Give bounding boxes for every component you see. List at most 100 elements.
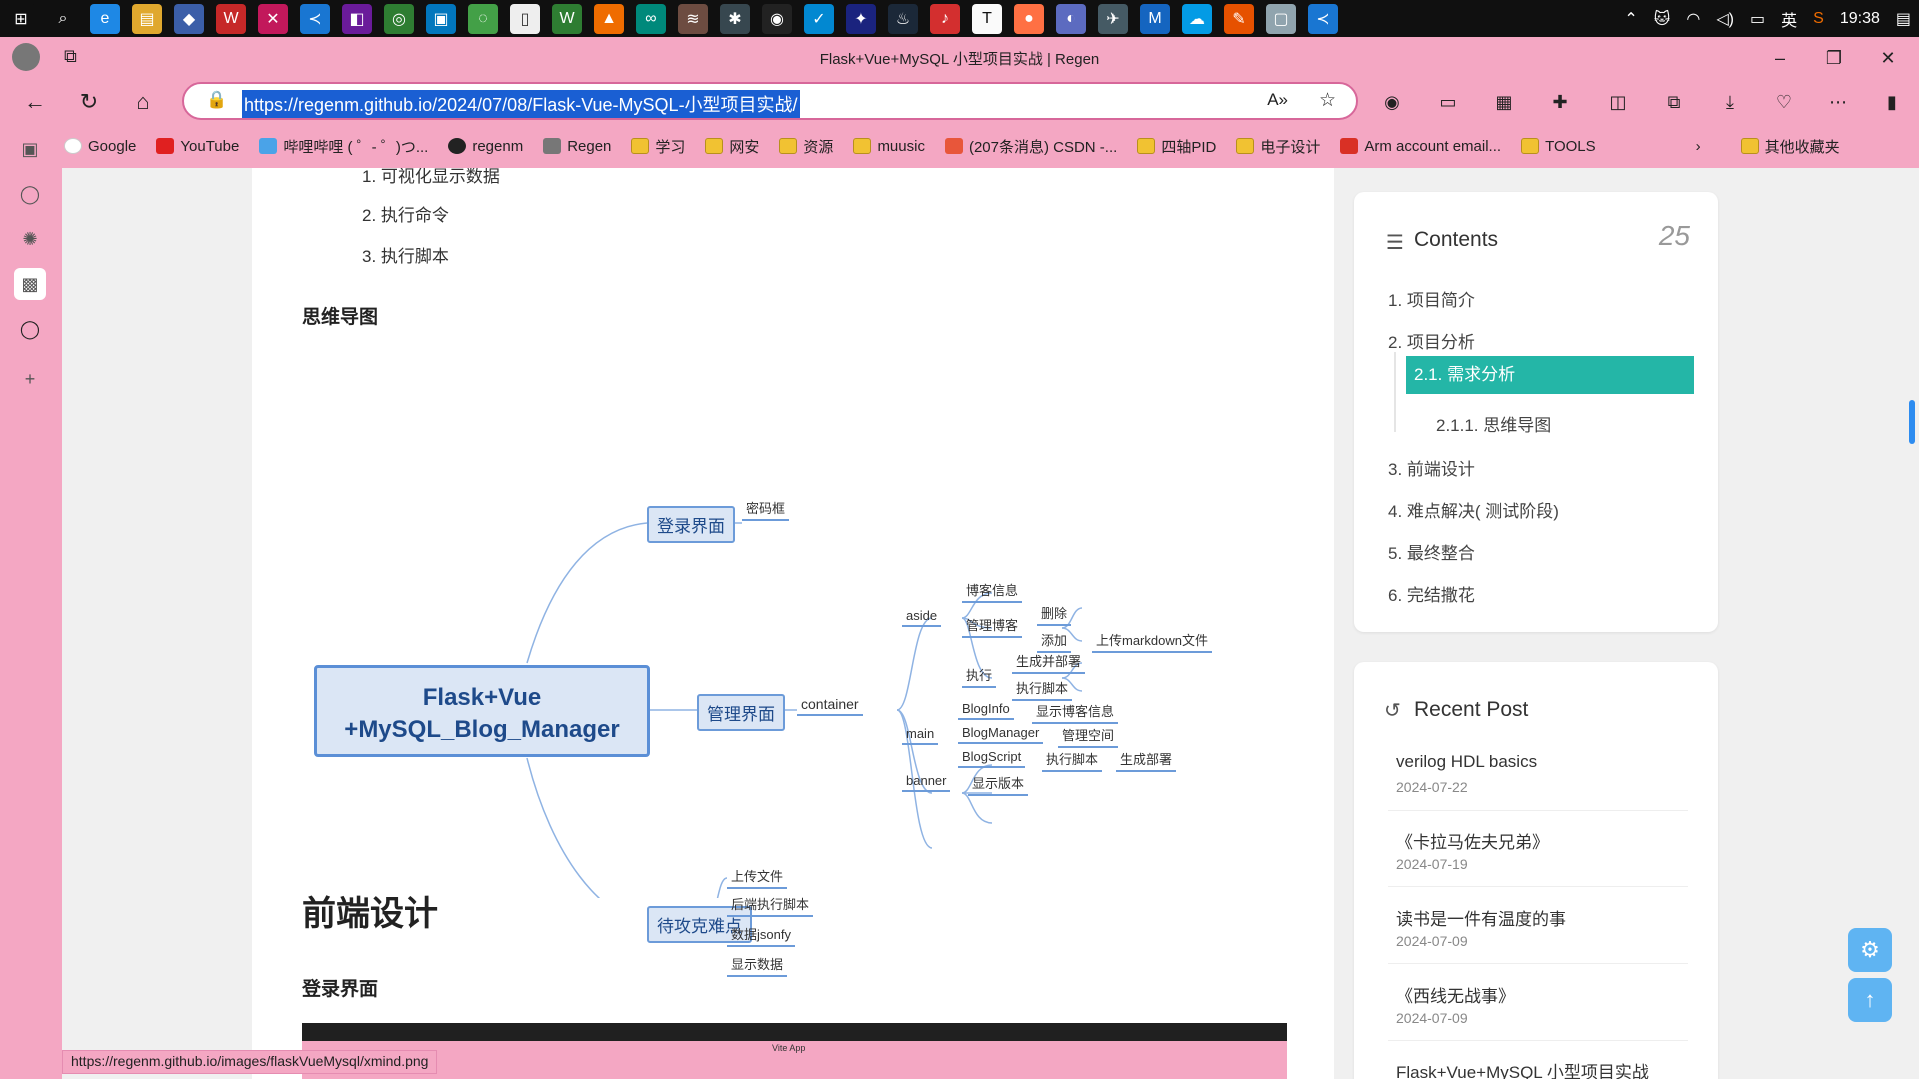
toc-item[interactable]: 3. 前端设计 <box>1388 455 1475 480</box>
address-bar[interactable]: 🔒 https://regenm.github.io/2024/07/08/Fl… <box>182 82 1358 120</box>
tab-actions-icon[interactable]: ▣ <box>14 133 46 165</box>
toc-item[interactable]: 6. 完结撒花 <box>1388 581 1475 606</box>
sidebar-toggle-icon[interactable]: ▮ <box>1876 86 1908 118</box>
bookmark-folder-security[interactable]: 网安 <box>705 136 759 157</box>
volume-icon[interactable]: ◁) <box>1716 9 1734 29</box>
app-icon[interactable]: ✈ <box>1098 3 1128 34</box>
post-link[interactable]: 《西线无战事》 <box>1396 982 1515 1007</box>
app-icon[interactable]: W <box>552 3 582 34</box>
bookmarks-overflow-chevron-icon[interactable]: › <box>1696 138 1701 155</box>
bookmark-folder-music[interactable]: muusic <box>853 138 925 155</box>
favorite-star-icon[interactable]: ☆ <box>1319 89 1336 112</box>
search-icon[interactable]: ⌕ <box>48 4 78 34</box>
toc-item[interactable]: 2.1.1. 思维导图 <box>1436 411 1551 436</box>
split-screen-icon[interactable]: ◫ <box>1602 86 1634 118</box>
download-icon[interactable]: ⤓ <box>1714 86 1746 118</box>
add-icon[interactable]: + <box>14 363 46 395</box>
back-icon[interactable]: ← <box>18 85 52 119</box>
file-explorer-icon[interactable]: ▤ <box>132 3 162 34</box>
chatgpt-icon[interactable]: ✺ <box>14 223 46 255</box>
app-icon[interactable]: ≋ <box>678 3 708 34</box>
post-link[interactable]: Flask+Vue+MySQL 小型项目实战 <box>1396 1058 1649 1079</box>
bookmark-folder-electronics[interactable]: 电子设计 <box>1236 136 1320 157</box>
cat-icon[interactable]: 🐱 <box>1654 9 1671 29</box>
app-icon[interactable]: ✱ <box>720 3 750 34</box>
bookmark-csdn[interactable]: (207条消息) CSDN -... <box>944 136 1117 157</box>
app-icon[interactable]: ◎ <box>384 3 414 34</box>
close-button[interactable]: ✕ <box>1868 43 1908 73</box>
page-scrollbar[interactable] <box>1906 168 1919 1079</box>
toc-item[interactable]: 5. 最终整合 <box>1388 539 1475 564</box>
restore-button[interactable]: ❐ <box>1814 43 1854 73</box>
app-icon[interactable]: ◐ <box>1056 3 1086 34</box>
toc-item[interactable]: 1. 项目简介 <box>1388 286 1475 311</box>
toc-item-active[interactable]: 2.1. 需求分析 <box>1406 356 1694 394</box>
github-icon[interactable]: ◯ <box>14 313 46 345</box>
toc-item[interactable]: 4. 难点解决( 测试阶段) <box>1388 497 1559 522</box>
lock-icon[interactable]: 🔒 <box>206 90 227 110</box>
github-icon[interactable]: ◯ <box>14 178 46 210</box>
bookmark-regen[interactable]: Regen <box>543 138 611 155</box>
minimize-button[interactable]: – <box>1760 43 1800 73</box>
bookmark-folder-resources[interactable]: 资源 <box>779 136 833 157</box>
notepad-icon[interactable]: ▯ <box>510 3 540 34</box>
home-icon[interactable]: ⌂ <box>126 85 160 119</box>
back-to-top-button[interactable]: ↑ <box>1848 978 1892 1022</box>
bookmark-bilibili[interactable]: 哔哩哔哩 ( ゜- ゜)つ... <box>259 136 428 157</box>
bookmark-arm[interactable]: Arm account email... <box>1340 138 1501 155</box>
bookmark-folder-tools[interactable]: TOOLS <box>1521 138 1596 155</box>
profile-app-icon[interactable]: ▩ <box>14 268 46 300</box>
app-icon[interactable]: ◧ <box>342 3 372 34</box>
app-icon[interactable]: ✦ <box>846 3 876 34</box>
app-icon[interactable]: ◆ <box>174 3 204 34</box>
more-menu-icon[interactable]: ⋯ <box>1822 86 1854 118</box>
input-language[interactable]: 英 <box>1781 7 1797 31</box>
refresh-icon[interactable]: ↻ <box>72 85 106 119</box>
mx-icon[interactable]: M <box>1140 3 1170 34</box>
collections-icon[interactable]: ⧉ <box>1658 86 1690 118</box>
settings-gear-button[interactable]: ⚙ <box>1848 928 1892 972</box>
browser-essentials-icon[interactable]: ♡ <box>1768 86 1800 118</box>
qr-code-icon[interactable]: ▦ <box>1488 86 1520 118</box>
app-icon[interactable]: ✓ <box>804 3 834 34</box>
post-link[interactable]: verilog HDL basics <box>1396 752 1537 772</box>
vscode-icon[interactable]: ≺ <box>1308 3 1338 34</box>
extensions-puzzle-icon[interactable]: ✚ <box>1544 86 1576 118</box>
edge-icon[interactable]: e <box>90 3 120 34</box>
app-icon[interactable]: ◉ <box>762 3 792 34</box>
xmind-icon[interactable]: ✕ <box>258 3 288 34</box>
login-screenshot-image[interactable]: Vite App <box>302 1023 1287 1079</box>
app-icon[interactable]: ▣ <box>426 3 456 34</box>
wps-icon[interactable]: W <box>216 3 246 34</box>
windows-start-icon[interactable]: ⊞ <box>6 3 36 34</box>
extension-icon[interactable]: ◉ <box>1376 86 1408 118</box>
read-aloud-icon[interactable]: A» <box>1267 90 1288 110</box>
app-icon[interactable]: ✎ <box>1224 3 1254 34</box>
bookmark-folder-pid[interactable]: 四轴PID <box>1137 136 1216 157</box>
url-text[interactable]: https://regenm.github.io/2024/07/08/Flas… <box>242 90 800 118</box>
bookmark-youtube[interactable]: YouTube <box>156 138 239 155</box>
typora-icon[interactable]: T <box>972 3 1002 34</box>
chevron-up-icon[interactable]: ⌃ <box>1624 9 1637 29</box>
post-link[interactable]: 《卡拉马佐夫兄弟》 <box>1396 828 1549 853</box>
clock[interactable]: 19:38 <box>1840 10 1880 28</box>
app-icon[interactable]: ▢ <box>1266 3 1296 34</box>
battery-icon[interactable]: ▭ <box>1750 9 1765 29</box>
mindmap-image[interactable]: Flask+Vue +MySQL_Blog_Manager 登录界面 密码框 管… <box>302 358 1302 977</box>
toc-item[interactable]: 2. 项目分析 <box>1388 328 1475 353</box>
bookmark-google[interactable]: Google <box>64 138 136 155</box>
extension-icon[interactable]: ▭ <box>1432 86 1464 118</box>
wechat-icon[interactable]: ◌ <box>468 3 498 34</box>
bookmark-regenm[interactable]: regenm <box>448 138 523 155</box>
wifi-icon[interactable]: ◠ <box>1686 9 1700 29</box>
steam-icon[interactable]: ♨ <box>888 3 918 34</box>
scrollbar-thumb[interactable] <box>1909 400 1915 444</box>
vscode-icon[interactable]: ≺ <box>300 3 330 34</box>
app-icon[interactable]: ● <box>1014 3 1044 34</box>
post-link[interactable]: 读书是一件有温度的事 <box>1396 905 1566 930</box>
app-icon[interactable]: ∞ <box>636 3 666 34</box>
app-tray-icon[interactable]: S <box>1813 10 1824 28</box>
netease-music-icon[interactable]: ♪ <box>930 3 960 34</box>
app-icon[interactable]: ☁ <box>1182 3 1212 34</box>
bookmark-folder-study[interactable]: 学习 <box>631 136 685 157</box>
